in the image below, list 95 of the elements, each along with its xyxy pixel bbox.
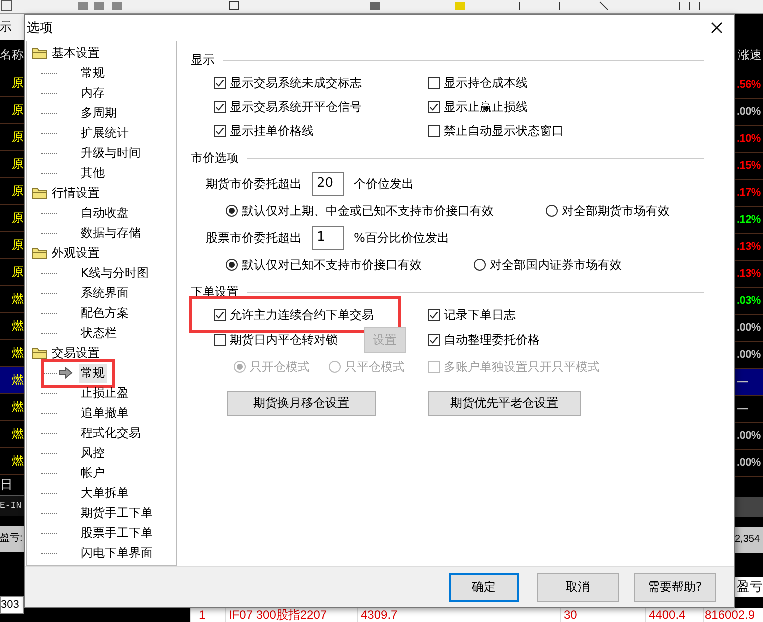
tree-item[interactable]: 程式化交易 [79,424,143,442]
tree-item[interactable]: 帐户 [79,464,107,482]
checkbox[interactable] [428,334,440,346]
table-cell: .00% [737,106,761,118]
tree-item[interactable]: 股票手工下单 [79,524,155,542]
scrollbar[interactable] [735,497,763,517]
tree-item[interactable]: 闪电下单界面 [79,544,155,562]
radio-label[interactable]: 对全部期货市场有效 [562,202,670,220]
settings-button[interactable]: 期货换月移仓设置 [227,390,376,416]
tree-item[interactable]: 其他 [79,164,107,182]
tree-item[interactable]: 多周期 [79,104,119,122]
table-cell: .12% [737,214,761,226]
checkbox-label[interactable]: 显示止赢止损线 [444,98,528,116]
table-cell: .13% [737,268,761,280]
table-cell: — [737,403,748,415]
table-cell-text: 日 [0,476,14,494]
checkbox-label[interactable]: 显示持仓成本线 [444,74,528,92]
dialog-title: 选项 [27,20,53,37]
checkbox[interactable] [428,125,440,137]
checkbox-label[interactable]: 显示挂单价格线 [230,122,314,140]
checkbox[interactable] [428,309,440,321]
checkbox[interactable] [428,77,440,89]
tree-group[interactable]: 交易设置 [52,344,100,362]
field-label: 期货市价委托超出 [206,176,302,192]
table-cell: .00% [737,349,761,361]
radio-button[interactable] [226,205,238,217]
tree-item[interactable]: 常规 [79,64,107,82]
dialog-button[interactable]: 确定 [449,572,519,602]
field-label: %百分比价位发出 [354,230,450,246]
checkbox[interactable] [214,101,226,113]
table-cell: .10% [737,133,761,145]
tree-item[interactable]: 数据与存储 [79,224,143,242]
input-field[interactable]: 20 [312,172,344,196]
table-cell: .00% [737,430,761,442]
tree-item[interactable]: 扩展统计 [79,124,131,142]
tree-group[interactable]: 行情设置 [52,184,100,202]
checkbox[interactable] [214,125,226,137]
table-cell: .13% [737,241,761,253]
checkbox-label[interactable]: 显示交易系统未成交标志 [230,74,362,92]
profit-label: 盈亏: [0,526,24,552]
tree-item[interactable]: 大单拆单 [79,484,131,502]
checkbox-label[interactable]: 期货日内平仓转对锁 [230,332,338,348]
tree-item[interactable]: 系统界面 [79,284,131,302]
dialog-button[interactable]: 需要帮助? [634,572,716,602]
radio-button[interactable] [546,205,558,217]
radio-button[interactable] [226,259,238,271]
dialog-button[interactable]: 取消 [537,572,619,602]
checkbox-label[interactable]: 禁止自动显示状态窗口 [444,122,564,140]
table-cell[interactable]: 燃 [0,367,24,394]
table-cell: — [737,376,748,388]
settings-button[interactable]: 期货优先平老仓设置 [428,390,581,416]
tree-item[interactable]: 常规 [79,364,107,382]
table-cell: .15% [737,160,761,172]
checkbox-label[interactable]: 允许主力连续合约下单交易 [230,306,374,324]
radio-label[interactable]: 默认仅对上期、中金或已知不支持市价接口有效 [242,202,494,220]
quantity-field[interactable]: 303 [0,596,24,614]
radio-label[interactable]: 对全部国内证券市场有效 [490,256,622,274]
tree-item[interactable]: 止损止盈 [79,384,131,402]
checkbox[interactable] [214,334,226,346]
input-field[interactable]: 1 [312,226,344,250]
radio-label[interactable]: 默认仅对已知不支持市价接口有效 [242,256,422,274]
checkbox-label[interactable]: 记录下单日志 [444,306,516,324]
tree-item[interactable]: 风控 [79,444,107,462]
column-header: 名称 [0,47,24,64]
tree-item[interactable]: 内存 [79,84,107,102]
table-cell: .56% [737,79,761,91]
tree-item[interactable]: 升级与时间 [79,144,143,162]
table-cell: E-IN [0,495,24,516]
column-header: 盈亏 [735,577,763,597]
table-cell: .00% [737,322,761,334]
tree-item[interactable]: 期货手工下单 [79,504,155,522]
tree-item[interactable]: K线与分时图 [79,264,151,282]
checkbox[interactable] [428,101,440,113]
checkbox-label[interactable]: 显示交易系统开平仓信号 [230,98,362,116]
total-value: 2,354 [735,527,763,553]
close-icon[interactable] [711,22,723,34]
checkbox[interactable] [214,77,226,89]
field-label: 股票市价委托超出 [206,230,302,246]
field-label: 个价位发出 [354,176,414,192]
radio-button[interactable] [474,259,486,271]
section-title: 显示 [191,52,215,68]
table-cell: .00% [737,457,761,469]
tree-item[interactable]: 自动收盘 [79,204,131,222]
tree-group[interactable]: 基本设置 [52,44,100,62]
tree-item[interactable]: 追单撤单 [79,404,131,422]
tree-item[interactable]: 配色方案 [79,304,131,322]
table-cell: .03% [737,295,761,307]
window-title: 示 [0,14,24,40]
tree-group[interactable]: 外观设置 [52,244,100,262]
table-cell: .17% [737,187,761,199]
tree-item[interactable]: 状态栏 [79,324,119,342]
checkbox-label[interactable]: 自动整理委托价格 [444,332,540,348]
arrow-icon [59,367,73,379]
checkbox[interactable] [214,309,226,321]
section-title: 市价选项 [191,150,239,166]
